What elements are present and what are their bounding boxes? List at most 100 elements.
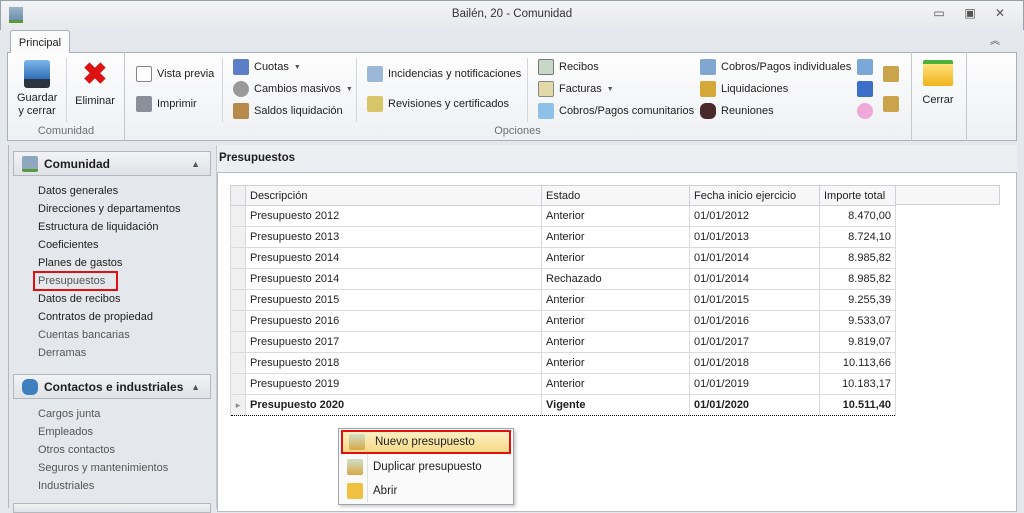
sidebar-item-otros-contactos[interactable]: Otros contactos — [38, 444, 115, 456]
sidebar-item-coeficientes[interactable]: Coeficientes — [38, 239, 99, 251]
menu-item-duplicar-presupuesto[interactable]: Duplicar presupuesto — [341, 455, 511, 479]
cell-importe[interactable]: 8.985,82 — [819, 247, 896, 269]
cell-estado[interactable]: Anterior — [541, 310, 690, 332]
cell-estado[interactable]: Vigente — [541, 394, 690, 416]
row-indicator[interactable] — [230, 289, 246, 311]
row-indicator[interactable] — [230, 226, 246, 248]
table-row[interactable]: Presupuesto 2019 Anterior 01/01/2019 10.183… — [230, 373, 896, 395]
cell-descripcion[interactable]: Presupuesto 2019 — [245, 373, 542, 395]
piggy-bank-icon[interactable] — [857, 103, 873, 119]
sidebar-item-contratos[interactable]: Contratos de propiedad — [38, 311, 153, 323]
maximize-button[interactable]: ▣ — [960, 6, 980, 24]
close-button[interactable]: ✕ — [990, 6, 1010, 24]
facturas-button[interactable]: Facturas ▼ — [538, 81, 614, 97]
sidebar-item-datos-generales[interactable]: Datos generales — [38, 185, 118, 197]
eliminar-button[interactable]: ✖ Eliminar — [74, 60, 116, 108]
cell-estado[interactable]: Anterior — [541, 205, 690, 227]
cell-descripcion[interactable]: Presupuesto 2015 — [245, 289, 542, 311]
sidebar-item-cargos-junta[interactable]: Cargos junta — [38, 408, 100, 420]
cell-descripcion[interactable]: Presupuesto 2016 — [245, 310, 542, 332]
table-row[interactable]: Presupuesto 2015 Anterior 01/01/2015 9.255,… — [230, 289, 896, 311]
sidebar-item-cuentas[interactable]: Cuentas bancarias — [38, 329, 130, 341]
cell-estado[interactable]: Anterior — [541, 289, 690, 311]
recibos-button[interactable]: Recibos — [538, 59, 599, 75]
transfer-icon[interactable] — [883, 66, 899, 82]
row-indicator[interactable] — [230, 373, 246, 395]
row-indicator[interactable] — [230, 205, 246, 227]
sidebar-item-seguros[interactable]: Seguros y mantenimientos — [38, 462, 168, 474]
cobros-comunitarios-button[interactable]: Cobros/Pagos comunitarios — [538, 103, 694, 119]
incidencias-button[interactable]: Incidencias y notificaciones — [367, 66, 521, 82]
cell-estado[interactable]: Anterior — [541, 247, 690, 269]
sidebar-item-estructura[interactable]: Estructura de liquidación — [38, 221, 158, 233]
cell-importe[interactable]: 8.470,00 — [819, 205, 896, 227]
cell-estado[interactable]: Anterior — [541, 352, 690, 374]
collapse-ribbon-button[interactable]: ︽ — [985, 32, 1005, 50]
certificate-icon[interactable] — [857, 59, 873, 75]
revisiones-button[interactable]: Revisiones y certificados — [367, 96, 509, 112]
row-indicator[interactable] — [230, 247, 246, 269]
cell-fecha[interactable]: 01/01/2012 — [689, 205, 820, 227]
table-row[interactable]: Presupuesto 2014 Rechazado 01/01/2014 8.985… — [230, 268, 896, 290]
cell-descripcion[interactable]: Presupuesto 2012 — [245, 205, 542, 227]
cambios-masivos-button[interactable]: Cambios masivos ▼ — [233, 81, 353, 97]
tab-principal[interactable]: Principal — [10, 30, 70, 53]
cell-fecha[interactable]: 01/01/2015 — [689, 289, 820, 311]
sidebar-section-next[interactable] — [13, 503, 211, 513]
sidebar-item-direcciones[interactable]: Direcciones y departamentos — [38, 203, 180, 215]
menu-item-abrir[interactable]: Abrir — [341, 479, 511, 503]
sidebar-item-datos-recibos[interactable]: Datos de recibos — [38, 293, 121, 305]
minimize-button[interactable]: ▭ — [929, 6, 949, 24]
column-header-descripcion[interactable]: Descripción — [245, 185, 542, 206]
sidebar-section-comunidad[interactable]: Comunidad ▲ — [13, 151, 211, 176]
row-indicator[interactable] — [230, 310, 246, 332]
cell-fecha[interactable]: 01/01/2020 — [689, 394, 820, 416]
row-indicator[interactable] — [230, 352, 246, 374]
cell-fecha[interactable]: 01/01/2014 — [689, 247, 820, 269]
cell-fecha[interactable]: 01/01/2017 — [689, 331, 820, 353]
sidebar-item-derramas[interactable]: Derramas — [38, 347, 86, 359]
cell-fecha[interactable]: 01/01/2016 — [689, 310, 820, 332]
cell-importe[interactable]: 9.533,07 — [819, 310, 896, 332]
table-row[interactable]: ▸ Presupuesto 2020 Vigente 01/01/2020 10.511… — [230, 394, 896, 416]
cell-estado[interactable]: Anterior — [541, 331, 690, 353]
column-header-estado[interactable]: Estado — [541, 185, 690, 206]
cell-importe[interactable]: 9.255,39 — [819, 289, 896, 311]
cell-importe[interactable]: 8.724,10 — [819, 226, 896, 248]
cell-descripcion[interactable]: Presupuesto 2014 — [245, 247, 542, 269]
table-row[interactable]: Presupuesto 2016 Anterior 01/01/2016 9.533,… — [230, 310, 896, 332]
row-indicator[interactable] — [230, 331, 246, 353]
table-row[interactable]: Presupuesto 2014 Anterior 01/01/2014 8.985,… — [230, 247, 896, 269]
cell-fecha[interactable]: 01/01/2018 — [689, 352, 820, 374]
cell-importe[interactable]: 8.985,82 — [819, 268, 896, 290]
column-header-importe[interactable]: Importe total — [819, 185, 896, 206]
sidebar-section-contactos[interactable]: Contactos e industriales ▲ — [13, 374, 211, 399]
menu-item-nuevo-presupuesto[interactable]: Nuevo presupuesto — [341, 430, 511, 454]
cell-fecha[interactable]: 01/01/2013 — [689, 226, 820, 248]
cell-importe[interactable]: 9.819,07 — [819, 331, 896, 353]
imprimir-button[interactable]: Imprimir — [136, 96, 197, 112]
cell-importe[interactable]: 10.511,40 — [819, 394, 896, 416]
cell-fecha[interactable]: 01/01/2019 — [689, 373, 820, 395]
sidebar-item-industriales[interactable]: Industriales — [38, 480, 94, 492]
column-header-fecha[interactable]: Fecha inicio ejercicio — [689, 185, 820, 206]
table-row[interactable]: Presupuesto 2013 Anterior 01/01/2013 8.724,… — [230, 226, 896, 248]
cell-fecha[interactable]: 01/01/2014 — [689, 268, 820, 290]
sidebar-item-planes-gastos[interactable]: Planes de gastos — [38, 257, 122, 269]
sidebar-item-empleados[interactable]: Empleados — [38, 426, 93, 438]
cerrar-button[interactable]: Cerrar — [914, 60, 962, 106]
table-row[interactable]: Presupuesto 2012 Anterior 01/01/2012 8.470,… — [230, 205, 896, 227]
guardar-cerrar-button[interactable]: Guardar y cerrar — [17, 60, 57, 118]
liquidaciones-button[interactable]: Liquidaciones — [700, 81, 788, 97]
cell-descripcion[interactable]: Presupuesto 2013 — [245, 226, 542, 248]
tax-form-icon[interactable] — [857, 81, 873, 97]
table-row[interactable]: Presupuesto 2017 Anterior 01/01/2017 9.819,… — [230, 331, 896, 353]
cuotas-button[interactable]: Cuotas ▼ — [233, 59, 301, 75]
cell-descripcion[interactable]: Presupuesto 2014 — [245, 268, 542, 290]
reuniones-button[interactable]: Reuniones — [700, 103, 774, 119]
cell-estado[interactable]: Anterior — [541, 226, 690, 248]
cell-importe[interactable]: 10.183,17 — [819, 373, 896, 395]
cobros-individuales-button[interactable]: Cobros/Pagos individuales — [700, 59, 851, 75]
vista-previa-button[interactable]: Vista previa — [136, 66, 214, 82]
transfer-person-icon[interactable] — [883, 96, 899, 112]
